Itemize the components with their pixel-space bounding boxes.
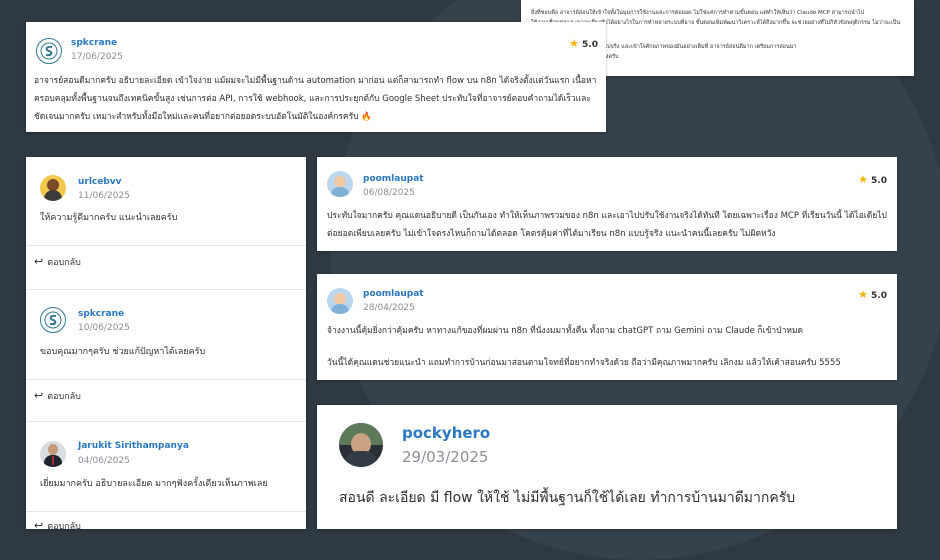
review-date: 06/08/2025	[363, 188, 415, 198]
reviewer-name[interactable]: pockyhero	[402, 424, 490, 442]
divider	[26, 379, 306, 380]
star-icon: ★	[858, 288, 869, 301]
reply-button[interactable]: ↩ ตอบกลับ	[34, 255, 81, 269]
avatar	[36, 38, 62, 64]
reply-button[interactable]: ↩ ตอบกลับ	[34, 519, 81, 533]
avatar	[327, 288, 353, 314]
review-text: ให้ความรู้ดีมากครับ แนะนำเลยครับ	[40, 213, 178, 223]
review-text: วันนี้ได้คุณแดนช่วยแนะนำ แถมทำการบ้านก่อ…	[327, 358, 841, 368]
review-text: สิ่งที่ชอบคือ อาจารย์สอนให้เข้าใจทั้งในม…	[531, 10, 865, 16]
divider	[26, 289, 306, 290]
divider	[26, 421, 306, 422]
avatar	[40, 175, 66, 201]
review-card: pockyhero 29/03/2025 สอนดี ละเอียด มี fl…	[317, 405, 897, 529]
divider	[26, 245, 306, 246]
reply-arrow-icon: ↩	[34, 255, 44, 268]
star-icon: ★	[858, 173, 869, 186]
reviewer-name[interactable]: poomlaupat	[363, 174, 424, 184]
reply-arrow-icon: ↩	[34, 519, 44, 532]
review-date: 11/06/2025	[78, 191, 130, 201]
reviewer-name[interactable]: urlcebvv	[78, 177, 122, 187]
review-card: poomlaupat 06/08/2025 ★ 5.0 ประทับใจมากคร…	[317, 157, 897, 251]
review-text: ขอบคุณมากๆครับ ช่วยแก้ปัญหาได้เลยครับ	[40, 347, 206, 357]
avatar	[40, 441, 66, 467]
reviewer-name[interactable]: spkcrane	[78, 309, 124, 319]
review-date: 10/06/2025	[78, 323, 130, 333]
review-text: สอนดี ละเอียด มี flow ให้ใช้ ไม่มีพื้นฐา…	[339, 490, 796, 506]
avatar	[40, 307, 66, 333]
brand-logo-icon	[44, 311, 62, 329]
reply-button[interactable]: ↩ ตอบกลับ	[34, 389, 81, 403]
avatar	[339, 423, 383, 467]
review-date: 28/04/2025	[363, 303, 415, 313]
avatar	[327, 171, 353, 197]
rating-badge: ★ 5.0	[569, 37, 598, 50]
review-text: เยี่ยมมากครับ อธิบายละเอียด มากๆฟังครั้ง…	[40, 479, 268, 489]
reviewer-name[interactable]: spkcrane	[71, 38, 117, 48]
review-date: 29/03/2025	[402, 448, 489, 466]
review-date: 04/06/2025	[78, 456, 130, 466]
reply-thread-card: urlcebvv 11/06/2025 ให้ความรู้ดีมากครับ …	[26, 157, 306, 532]
reviewer-name[interactable]: Jarukit Sirithampanya	[78, 441, 189, 451]
review-text: จ้างงานนี้คุ้มยิ่งกว่าคุ้มครับ หาทางแก้ข…	[327, 326, 804, 336]
rating-badge: ★ 5.0	[858, 288, 887, 301]
review-card: spkcrane 17/06/2025 ★ 5.0 อาจารย์สอนดีมาก…	[26, 22, 606, 132]
review-text: อาจารย์สอนดีมากครับ อธิบายละเอียด เข้าใจ…	[34, 76, 597, 122]
review-card: poomlaupat 28/04/2025 ★ 5.0 จ้างงานนี้คุ้…	[317, 274, 897, 380]
reviewer-name[interactable]: poomlaupat	[363, 289, 424, 299]
review-date: 17/06/2025	[71, 52, 123, 62]
brand-logo-icon	[40, 42, 58, 60]
rating-badge: ★ 5.0	[858, 173, 887, 186]
divider	[26, 511, 306, 512]
reply-arrow-icon: ↩	[34, 389, 44, 402]
star-icon: ★	[569, 37, 580, 50]
review-text: ประทับใจมากครับ คุณแดนอธิบายดี เป็นกันเอ…	[327, 211, 887, 239]
